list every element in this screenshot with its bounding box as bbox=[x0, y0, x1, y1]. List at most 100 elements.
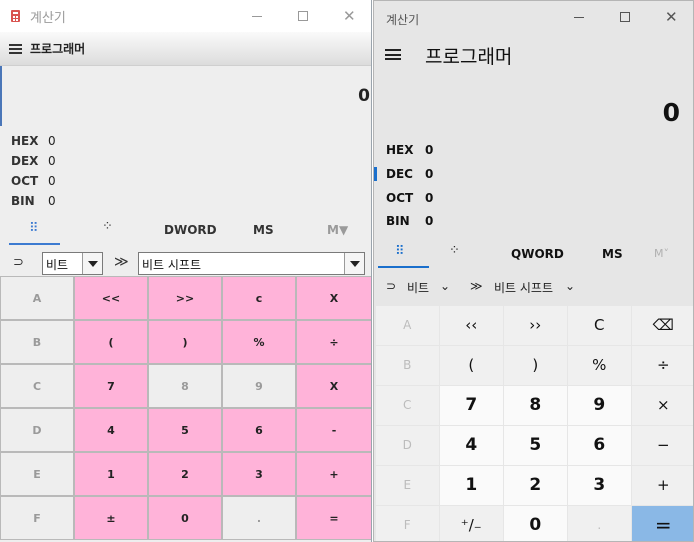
key-8-button[interactable]: 8 bbox=[148, 364, 222, 408]
hamburger-menu-icon[interactable] bbox=[9, 44, 22, 54]
key-equals-button[interactable]: = bbox=[632, 506, 693, 541]
key-3-button[interactable]: 3 bbox=[222, 452, 296, 496]
key-shift-right-button[interactable]: >> bbox=[148, 276, 222, 320]
key-9-button[interactable]: 9 bbox=[222, 364, 296, 408]
bitwise-dropdown[interactable]: 비트 bbox=[407, 279, 429, 296]
key-divide-button[interactable]: ÷ bbox=[632, 346, 693, 385]
radix-label-oct[interactable]: OCT bbox=[386, 191, 413, 205]
window-title: 계산기 bbox=[386, 13, 420, 27]
key-equals-button[interactable]: = bbox=[296, 496, 371, 540]
selected-radix-indicator bbox=[374, 167, 377, 181]
bit-shift-dropdown[interactable]: 비트 시프트 bbox=[494, 279, 553, 296]
memory-store-button[interactable]: MS bbox=[253, 223, 274, 237]
hamburger-menu-icon[interactable] bbox=[385, 49, 401, 60]
key-7-button[interactable]: 7 bbox=[74, 364, 148, 408]
bit-toggle-keypad-icon[interactable]: ⁘ bbox=[449, 243, 460, 258]
key-3-button[interactable]: 3 bbox=[568, 466, 631, 505]
key-hex-digit-f-button[interactable]: F bbox=[0, 496, 74, 540]
maximize-button[interactable] bbox=[280, 0, 326, 32]
key-multiply-button[interactable]: X bbox=[296, 364, 371, 408]
memory-store-button[interactable]: MS bbox=[602, 247, 623, 261]
word-size-button[interactable]: QWORD bbox=[511, 247, 564, 261]
key-hex-digit-d-button[interactable]: D bbox=[376, 426, 439, 465]
key-hex-digit-a-button[interactable]: A bbox=[376, 306, 439, 345]
key-2-button[interactable]: 2 bbox=[504, 466, 567, 505]
key-hex-digit-f-button[interactable]: F bbox=[376, 506, 439, 541]
dropdown-arrow-icon[interactable] bbox=[82, 253, 102, 274]
chevron-down-icon[interactable]: ⌄ bbox=[440, 279, 450, 293]
radix-label-oct[interactable]: OCT bbox=[11, 174, 38, 188]
radix-label-hex[interactable]: HEX bbox=[386, 143, 414, 157]
key-shift-left-button[interactable]: << bbox=[74, 276, 148, 320]
key-clear-button[interactable]: c bbox=[222, 276, 296, 320]
dropdown-arrow-icon[interactable] bbox=[344, 253, 364, 274]
key-close-paren-button[interactable]: ) bbox=[504, 346, 567, 385]
key-percent-button[interactable]: % bbox=[568, 346, 631, 385]
key-percent-button[interactable]: % bbox=[222, 320, 296, 364]
key-9-button[interactable]: 9 bbox=[568, 386, 631, 425]
tab-full-keypad[interactable]: ⠿ bbox=[378, 239, 429, 268]
key-negate-button[interactable]: ⁺/₋ bbox=[440, 506, 503, 541]
chevron-down-icon[interactable]: ⌄ bbox=[565, 279, 575, 293]
key-open-paren-button[interactable]: ( bbox=[440, 346, 503, 385]
key-divide-button[interactable]: ÷ bbox=[296, 320, 371, 364]
key-multiply-button[interactable]: X bbox=[296, 276, 371, 320]
close-button[interactable]: ✕ bbox=[648, 1, 693, 33]
minimize-button[interactable] bbox=[234, 0, 280, 32]
key-5-button[interactable]: 5 bbox=[148, 408, 222, 452]
radix-label-dec[interactable]: DEC bbox=[386, 167, 413, 181]
memory-view-button[interactable]: M▼ bbox=[327, 223, 348, 237]
key-2-button[interactable]: 2 bbox=[148, 452, 222, 496]
mode-title: 프로그래머 bbox=[30, 42, 86, 56]
key-subtract-button[interactable]: − bbox=[632, 426, 693, 465]
tab-full-keypad[interactable]: ⠿ bbox=[9, 216, 60, 245]
key-5-button[interactable]: 5 bbox=[504, 426, 567, 465]
key-7-button[interactable]: 7 bbox=[440, 386, 503, 425]
bit-toggle-keypad-icon[interactable]: ⁘ bbox=[102, 219, 113, 234]
key-hex-digit-c-button[interactable]: C bbox=[0, 364, 74, 408]
memory-view-button[interactable]: M˅ bbox=[654, 247, 669, 260]
result-value: 0 bbox=[662, 98, 680, 127]
key-close-paren-button[interactable]: ) bbox=[148, 320, 222, 364]
key-8-button[interactable]: 8 bbox=[504, 386, 567, 425]
key-shift-right-button[interactable]: ›› bbox=[504, 306, 567, 345]
radix-label-dec[interactable]: DEX bbox=[11, 154, 38, 168]
key-decimal-button[interactable]: . bbox=[568, 506, 631, 541]
minimize-button[interactable] bbox=[556, 1, 602, 33]
word-size-button[interactable]: DWORD bbox=[164, 223, 217, 237]
key-add-button[interactable]: + bbox=[632, 466, 693, 505]
key-negate-button[interactable]: ± bbox=[74, 496, 148, 540]
radix-label-hex[interactable]: HEX bbox=[11, 134, 39, 148]
radix-value-oct: 0 bbox=[48, 174, 56, 188]
key-hex-digit-b-button[interactable]: B bbox=[0, 320, 74, 364]
key-multiply-button[interactable]: × bbox=[632, 386, 693, 425]
radix-label-bin[interactable]: BIN bbox=[11, 194, 35, 208]
key-decimal-button[interactable]: . bbox=[222, 496, 296, 540]
key-6-button[interactable]: 6 bbox=[568, 426, 631, 465]
bitwise-dropdown[interactable]: 비트 bbox=[42, 252, 103, 275]
key-hex-digit-a-button[interactable]: A bbox=[0, 276, 74, 320]
key-hex-digit-c-button[interactable]: C bbox=[376, 386, 439, 425]
key-1-button[interactable]: 1 bbox=[440, 466, 503, 505]
key-0-button[interactable]: 0 bbox=[148, 496, 222, 540]
key-shift-left-button[interactable]: ‹‹ bbox=[440, 306, 503, 345]
key-hex-digit-e-button[interactable]: E bbox=[376, 466, 439, 505]
radix-label-bin[interactable]: BIN bbox=[386, 214, 410, 228]
key-hex-digit-b-button[interactable]: B bbox=[376, 346, 439, 385]
key-open-paren-button[interactable]: ( bbox=[74, 320, 148, 364]
bit-shift-dropdown[interactable]: 비트 시프트 bbox=[138, 252, 365, 275]
key-clear-button[interactable]: C bbox=[568, 306, 631, 345]
key-6-button[interactable]: 6 bbox=[222, 408, 296, 452]
maximize-button[interactable] bbox=[602, 1, 648, 33]
key-0-button[interactable]: 0 bbox=[504, 506, 567, 541]
key-hex-digit-e-button[interactable]: E bbox=[0, 452, 74, 496]
key-hex-digit-d-button[interactable]: D bbox=[0, 408, 74, 452]
key-1-button[interactable]: 1 bbox=[74, 452, 148, 496]
key-4-button[interactable]: 4 bbox=[74, 408, 148, 452]
close-button[interactable]: ✕ bbox=[326, 0, 371, 32]
key-4-button[interactable]: 4 bbox=[440, 426, 503, 465]
close-icon: ✕ bbox=[343, 7, 356, 25]
key-add-button[interactable]: + bbox=[296, 452, 371, 496]
key-backspace-button[interactable]: ⌫ bbox=[632, 306, 693, 345]
key-subtract-button[interactable]: - bbox=[296, 408, 371, 452]
